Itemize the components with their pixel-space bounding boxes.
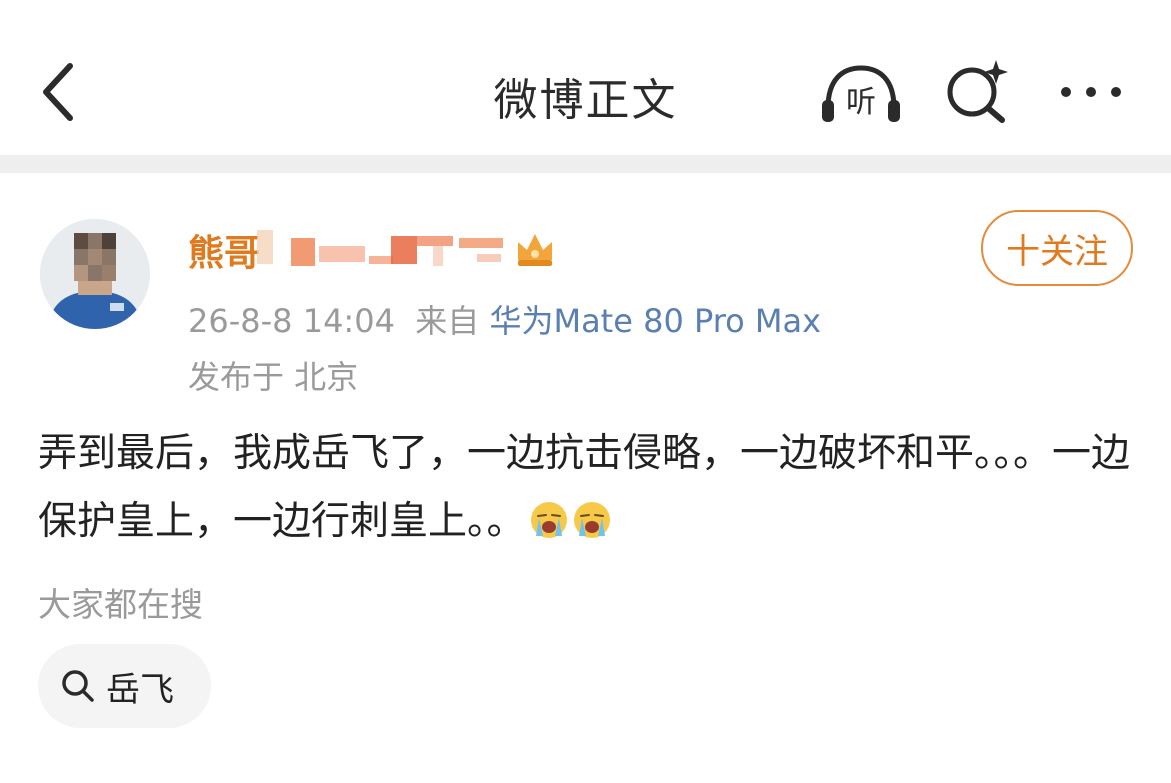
crying-emoji-icon — [573, 502, 610, 538]
avatar[interactable] — [40, 219, 150, 329]
crown-badge-icon — [514, 228, 556, 268]
hot-search-chip-label: 岳飞 — [106, 669, 174, 710]
redacted-username-blur — [255, 226, 515, 270]
ai-search-icon — [947, 60, 1008, 123]
avatar-image — [40, 219, 150, 329]
crying-emoji-icon — [530, 502, 567, 538]
post-meta: 26-8-8 14:04 来自 华为Mate 80 Pro Max — [188, 296, 821, 342]
more-icon — [1061, 87, 1121, 97]
post-timestamp: 26-8-8 14:04 — [188, 302, 395, 340]
listen-headphones-icon: 听 — [822, 65, 900, 122]
listen-button[interactable]: 听 — [818, 64, 904, 124]
listen-label: 听 — [846, 85, 876, 120]
post-location: 发布于 北京 — [188, 358, 359, 396]
hot-search-title: 大家都在搜 — [38, 585, 203, 624]
follow-button[interactable]: 十关注 — [981, 210, 1133, 286]
ai-search-button[interactable] — [942, 56, 1012, 126]
device-source-link[interactable]: 华为Mate 80 Pro Max — [489, 302, 821, 340]
more-button[interactable] — [1056, 80, 1126, 104]
search-icon — [62, 670, 94, 702]
top-navigation-bar: 微博正文 听 — [0, 0, 1171, 155]
source-prefix: 来自 — [415, 302, 480, 340]
post-content: 弄到最后，我成岳飞了，一边抗击侵略，一边破坏和平。。。一边保护皇上，一边行刺皇上… — [38, 420, 1133, 556]
username[interactable]: 熊哥 — [188, 224, 260, 276]
hot-search-chip[interactable]: 岳飞 — [38, 644, 211, 728]
section-divider — [0, 155, 1171, 173]
